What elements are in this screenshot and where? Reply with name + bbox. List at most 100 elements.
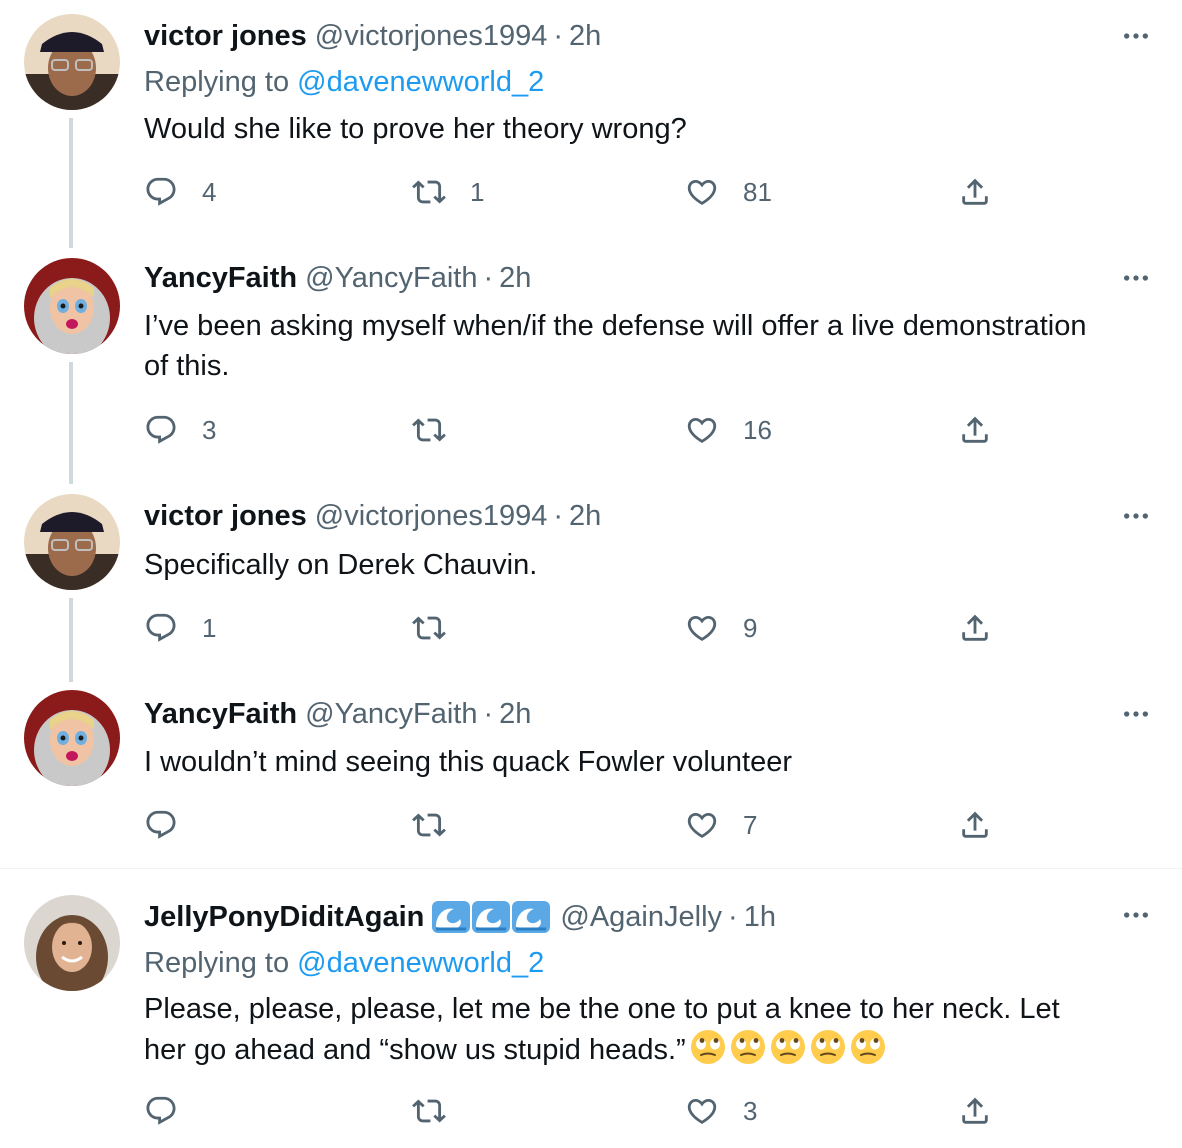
separator-dot: · (728, 900, 738, 933)
like-button[interactable]: 81 (685, 172, 772, 212)
retweet-icon (412, 413, 446, 447)
retweet-button[interactable] (412, 1091, 470, 1131)
like-button[interactable]: 7 (685, 805, 757, 845)
share-button[interactable] (958, 805, 992, 845)
share-icon (958, 413, 992, 447)
tweet[interactable]: YancyFaith @YancyFaith · 2h I’ve been as… (0, 248, 1182, 488)
like-button[interactable]: 16 (685, 410, 772, 450)
tweet-text: I’ve been asking myself when/if the defe… (144, 306, 1154, 386)
reply-button[interactable]: 1 (144, 608, 216, 648)
display-name[interactable]: JellyPonyDiditAgain (144, 901, 424, 934)
share-button[interactable] (958, 608, 992, 648)
retweet-icon (412, 1094, 446, 1128)
more-icon[interactable] (1118, 260, 1154, 296)
avatar[interactable] (24, 258, 120, 354)
heart-icon (685, 1094, 719, 1128)
tweet-header: victor jones @victorjones1994 · 2h (144, 16, 601, 56)
share-button[interactable] (958, 1091, 992, 1131)
like-button[interactable]: 3 (685, 1091, 757, 1131)
tweet-header: JellyPonyDiditAgain @AgainJelly · 1h (144, 897, 776, 937)
reply-button[interactable]: 3 (144, 410, 216, 450)
wave-emoji (512, 901, 550, 933)
reply-count: 4 (202, 176, 217, 207)
separator-dot: · (483, 697, 494, 730)
tweet-text: Specifically on Derek Chauvin. (144, 545, 1154, 585)
share-button[interactable] (958, 172, 992, 212)
user-handle[interactable]: @victorjones1994 (315, 20, 548, 53)
reply-count: 3 (202, 414, 217, 445)
action-bar: 1 9 (144, 608, 1004, 648)
user-handle[interactable]: @AgainJelly (560, 901, 722, 934)
retweet-button[interactable] (412, 608, 470, 648)
reply-button[interactable] (144, 805, 202, 845)
tweet[interactable]: JellyPonyDiditAgain @AgainJelly · 1h Rep… (0, 869, 1182, 1148)
user-handle[interactable]: @YancyFaith (305, 262, 477, 295)
tweet-text: Would she like to prove her theory wrong… (144, 109, 1154, 149)
tweet-text-line: Would she like to prove her theory wrong… (144, 113, 687, 145)
tweet-text-line: Specifically on Derek Chauvin. (144, 549, 538, 581)
display-name[interactable]: YancyFaith (144, 262, 297, 295)
like-button[interactable]: 9 (685, 608, 757, 648)
action-bar: 3 16 (144, 410, 1004, 450)
timestamp[interactable]: 2h (569, 500, 601, 533)
more-icon[interactable] (1118, 696, 1154, 732)
avatar[interactable] (24, 895, 120, 991)
eye-roll-emoji (770, 1029, 806, 1065)
share-icon (958, 175, 992, 209)
retweet-icon (412, 611, 446, 645)
tweet-header: YancyFaith @YancyFaith · 2h (144, 694, 531, 734)
display-name[interactable]: victor jones (144, 20, 307, 53)
share-icon (958, 1094, 992, 1128)
action-bar: 7 (144, 805, 1004, 845)
eye-roll-emoji (730, 1029, 766, 1065)
retweet-button[interactable]: 1 (412, 172, 484, 212)
user-handle[interactable]: @YancyFaith (305, 698, 477, 731)
share-icon (958, 808, 992, 842)
tweet[interactable]: YancyFaith @YancyFaith · 2h I wouldn’t m… (0, 684, 1182, 866)
wave-emoji (472, 901, 510, 933)
like-count: 81 (743, 176, 772, 207)
tweet-text-line: of this. (144, 350, 230, 382)
avatar[interactable] (24, 690, 120, 786)
display-name[interactable]: YancyFaith (144, 698, 297, 731)
retweet-icon (412, 808, 446, 842)
avatar[interactable] (24, 14, 120, 110)
more-icon[interactable] (1118, 498, 1154, 534)
retweet-icon (412, 175, 446, 209)
share-button[interactable] (958, 410, 992, 450)
heart-icon (685, 413, 719, 447)
timestamp[interactable]: 2h (499, 698, 531, 731)
timestamp[interactable]: 2h (499, 262, 531, 295)
like-count: 7 (743, 809, 758, 840)
more-icon[interactable] (1118, 18, 1154, 54)
tweet-header: YancyFaith @YancyFaith · 2h (144, 258, 531, 298)
display-name[interactable]: victor jones (144, 500, 307, 533)
reply-button[interactable] (144, 1091, 202, 1131)
reply-button[interactable]: 4 (144, 172, 216, 212)
tweet-text-line: Please, please, please, let me be the on… (144, 993, 1060, 1025)
more-icon[interactable] (1118, 897, 1154, 933)
mention-link[interactable]: @davenewworld_2 (297, 947, 544, 979)
replying-to: Replying to @davenewworld_2 (144, 66, 544, 99)
reply-count: 1 (202, 612, 217, 643)
retweet-button[interactable] (412, 410, 470, 450)
reply-icon (144, 413, 178, 447)
eye-roll-emoji (690, 1029, 726, 1065)
mention-link[interactable]: @davenewworld_2 (297, 66, 544, 98)
reply-icon (144, 1094, 178, 1128)
retweet-button[interactable] (412, 805, 470, 845)
timestamp[interactable]: 2h (569, 20, 601, 53)
avatar[interactable] (24, 494, 120, 590)
tweet[interactable]: victor jones @victorjones1994 · 2h Reply… (0, 0, 1182, 248)
wave-emoji (432, 901, 470, 933)
heart-icon (685, 611, 719, 645)
reply-icon (144, 175, 178, 209)
tweet[interactable]: victor jones @victorjones1994 · 2h Speci… (0, 488, 1182, 684)
like-count: 16 (743, 414, 772, 445)
reply-icon (144, 611, 178, 645)
user-handle[interactable]: @victorjones1994 (315, 500, 548, 533)
timestamp[interactable]: 1h (744, 901, 776, 934)
tweet-text: I wouldn’t mind seeing this quack Fowler… (144, 742, 1154, 782)
heart-icon (685, 808, 719, 842)
separator-dot: · (553, 499, 564, 532)
